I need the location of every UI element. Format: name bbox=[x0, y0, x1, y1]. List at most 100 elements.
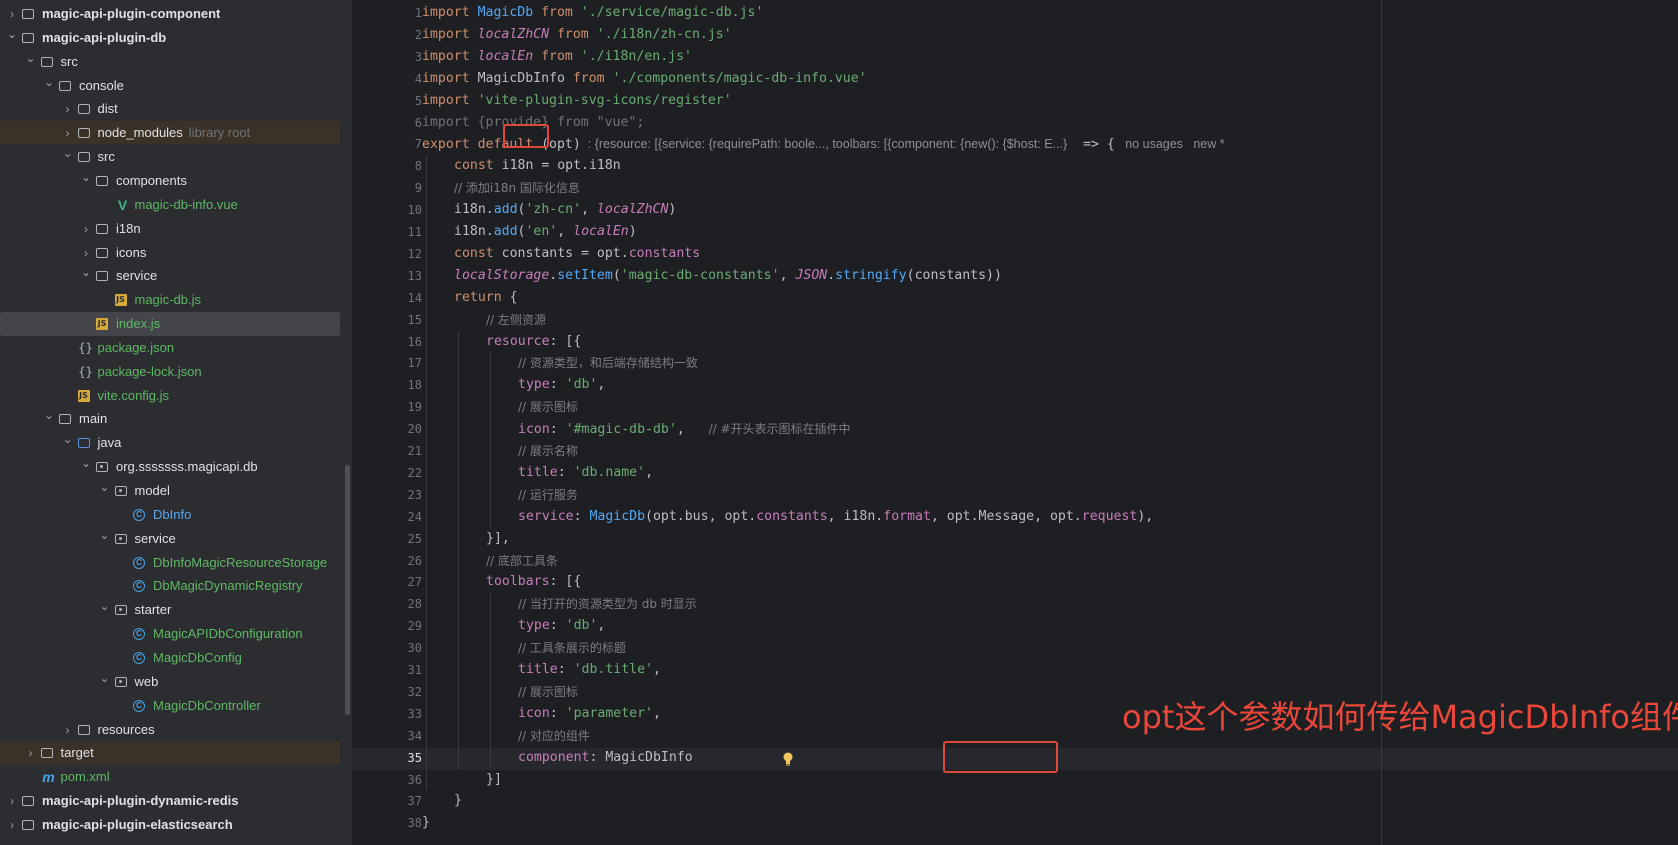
tree-item[interactable]: › dist bbox=[0, 97, 340, 121]
code-line[interactable]: localStorage. setItem('magic-db-constants… bbox=[454, 265, 1002, 287]
chevron-down-icon[interactable]: ⌄ bbox=[6, 22, 18, 46]
code-line[interactable]: service: MagicDb(opt.bus, opt.constants,… bbox=[518, 506, 1153, 528]
chevron-down-icon[interactable]: ⌄ bbox=[99, 523, 111, 547]
code-token: './i18n/en.js' bbox=[580, 48, 692, 64]
tree-item[interactable]: › node_modules library root bbox=[0, 121, 340, 146]
tree-item[interactable]: ⌄ console bbox=[0, 74, 340, 98]
line-number: 7 bbox=[414, 137, 422, 152]
code-line[interactable]: }] bbox=[486, 769, 502, 791]
chevron-down-icon[interactable]: ⌄ bbox=[43, 70, 55, 94]
tree-item[interactable]: ⌄ components bbox=[0, 169, 340, 193]
code-line[interactable]: import localZhCN from './i18n/zh-cn.js' bbox=[422, 24, 732, 46]
chevron-down-icon[interactable]: ⌄ bbox=[62, 141, 74, 165]
code-line[interactable]: // 底部工具条 bbox=[486, 550, 558, 572]
code-line[interactable]: const i18n = opt.i18n bbox=[454, 155, 621, 177]
tree-item[interactable]: ⌄ web bbox=[0, 670, 340, 694]
code-line[interactable]: resource: [{ bbox=[486, 331, 581, 353]
code-line[interactable]: icon: '#magic-db-db', // #开头表示图标在插件中 bbox=[518, 418, 851, 440]
tree-item[interactable]: › icons bbox=[0, 241, 340, 265]
tree-item[interactable]: ⌄ org.sssssss.magicapi.db bbox=[0, 455, 340, 479]
tree-item[interactable]: JS magic-db.js bbox=[0, 288, 340, 312]
tree-item[interactable]: Vmagic-db-info.vue bbox=[0, 193, 340, 217]
tree-item[interactable]: m pom.xml bbox=[0, 765, 340, 789]
code-line[interactable]: type: 'db', bbox=[518, 374, 605, 396]
tree-item[interactable]: › i18n bbox=[0, 217, 340, 241]
tree-item[interactable]: C MagicDbConfig bbox=[0, 646, 340, 670]
chevron-right-icon[interactable]: › bbox=[62, 718, 74, 742]
tree-item[interactable]: ⌄ main bbox=[0, 407, 340, 431]
tree-item[interactable]: ⌄ src bbox=[0, 145, 340, 169]
chevron-down-icon[interactable]: ⌄ bbox=[62, 427, 74, 451]
tree-item[interactable]: › magic-api-plugin-elasticsearch bbox=[0, 813, 340, 837]
chevron-right-icon[interactable]: › bbox=[80, 217, 92, 241]
code-line[interactable]: import 'vite-plugin-svg-icons/register' bbox=[422, 90, 732, 112]
code-line[interactable]: // 添加i18n 国际化信息 bbox=[454, 177, 580, 199]
code-line[interactable]: toolbars: [{ bbox=[486, 571, 581, 593]
code-editor[interactable]: 1 2 3 4 5 6 7 8 9 10 11 12 13 14 15 16 17 18 19 20 21 22 23 24 2… bbox=[352, 0, 1678, 845]
js-file-icon: JS bbox=[96, 318, 108, 331]
tree-item[interactable]: ⌄ magic-api-plugin-db bbox=[0, 26, 340, 50]
chevron-right-icon[interactable]: › bbox=[25, 741, 37, 765]
chevron-down-icon[interactable]: ⌄ bbox=[80, 451, 92, 475]
tree-scrollbar[interactable] bbox=[345, 465, 350, 715]
code-line[interactable]: }], bbox=[486, 528, 510, 550]
code-line[interactable]: type: 'db', bbox=[518, 615, 605, 637]
tree-item[interactable]: › resources bbox=[0, 718, 340, 742]
lightbulb-icon[interactable] bbox=[782, 752, 794, 766]
tree-item[interactable]: C DbInfoMagicResourceStorage bbox=[0, 551, 340, 575]
tree-item[interactable]: C MagicAPIDbConfiguration bbox=[0, 622, 340, 646]
line-number-gutter: 1 2 3 4 5 6 7 8 9 10 11 12 13 14 15 16 17 18 19 20 21 22 23 24 2… bbox=[352, 0, 422, 845]
chevron-right-icon[interactable]: › bbox=[62, 97, 74, 121]
tree-item[interactable]: C MagicDbController bbox=[0, 694, 340, 718]
code-line[interactable]: // 展示图标 bbox=[518, 681, 578, 703]
chevron-right-icon[interactable]: › bbox=[6, 789, 18, 813]
folder-icon bbox=[96, 271, 108, 282]
tree-item-label: MagicDbConfig bbox=[153, 649, 242, 665]
tree-item[interactable]: C DbMagicDynamicRegistry bbox=[0, 574, 340, 598]
chevron-down-icon[interactable]: ⌄ bbox=[43, 403, 55, 427]
code-line[interactable]: // 对应的组件 bbox=[518, 725, 590, 747]
chevron-down-icon[interactable]: ⌄ bbox=[80, 165, 92, 189]
tree-item[interactable]: › target bbox=[0, 741, 340, 766]
code-line[interactable]: return { bbox=[454, 287, 518, 309]
chevron-down-icon[interactable]: ⌄ bbox=[99, 594, 111, 618]
code-line[interactable]: } bbox=[422, 812, 430, 834]
chevron-down-icon[interactable]: ⌄ bbox=[99, 475, 111, 499]
tree-item[interactable]: JS index.js bbox=[0, 312, 340, 337]
code-line[interactable]: // 当打开的资源类型为 db 时显示 bbox=[518, 593, 697, 615]
tree-item[interactable]: ⌄ service bbox=[0, 527, 340, 551]
code-line[interactable]: title: 'db.title', bbox=[518, 659, 661, 681]
code-line[interactable]: // 展示名称 bbox=[518, 440, 578, 462]
code-line[interactable]: i18n.add('zh-cn', localZhCN) bbox=[454, 199, 676, 221]
chevron-right-icon[interactable]: › bbox=[6, 813, 18, 837]
code-line[interactable]: component: MagicDbInfo bbox=[518, 747, 693, 769]
code-line[interactable]: import localEn from './i18n/en.js' bbox=[422, 46, 692, 68]
chevron-down-icon[interactable]: ⌄ bbox=[80, 260, 92, 284]
code-line[interactable]: import MagicDb from './service/magic-db.… bbox=[422, 2, 763, 24]
code-token: : [{ bbox=[549, 333, 582, 349]
code-line[interactable]: // 运行服务 bbox=[518, 484, 578, 506]
code-line[interactable]: i18n.add('en', localEn) bbox=[454, 221, 637, 243]
line-number: 21 bbox=[407, 444, 422, 458]
code-line[interactable]: icon: 'parameter', bbox=[518, 703, 661, 725]
chevron-down-icon[interactable]: ⌄ bbox=[25, 46, 37, 70]
tree-item[interactable]: ⌄ java bbox=[0, 431, 340, 455]
tree-item[interactable]: › magic-api-plugin-dynamic-redis bbox=[0, 789, 340, 813]
tree-item[interactable]: ⌄ model bbox=[0, 479, 340, 503]
tree-item[interactable]: ⌄ starter bbox=[0, 598, 340, 622]
tree-item[interactable]: ⌄ service bbox=[0, 264, 340, 288]
code-token: from bbox=[564, 70, 613, 86]
code-line[interactable]: const constants = opt.constants bbox=[454, 243, 700, 265]
tree-item[interactable]: C DbInfo bbox=[0, 503, 340, 527]
code-line[interactable]: // 左侧资源 bbox=[486, 309, 546, 331]
tree-item[interactable]: {} package-lock.json bbox=[0, 360, 340, 384]
code-line[interactable]: } bbox=[454, 790, 462, 812]
code-line[interactable]: import MagicDbInfo from './components/ma… bbox=[422, 68, 867, 90]
tree-item[interactable]: {} package.json bbox=[0, 336, 340, 360]
code-line[interactable]: // 工具条展示的标题 bbox=[518, 637, 626, 659]
chevron-down-icon[interactable]: ⌄ bbox=[99, 666, 111, 690]
tree-item[interactable]: › magic-api-plugin-component bbox=[0, 2, 340, 26]
code-line[interactable]: title: 'db.name', bbox=[518, 462, 653, 484]
code-line[interactable]: // 展示图标 bbox=[518, 396, 578, 418]
code-line[interactable]: // 资源类型，和后端存储结构一致 bbox=[518, 352, 698, 374]
